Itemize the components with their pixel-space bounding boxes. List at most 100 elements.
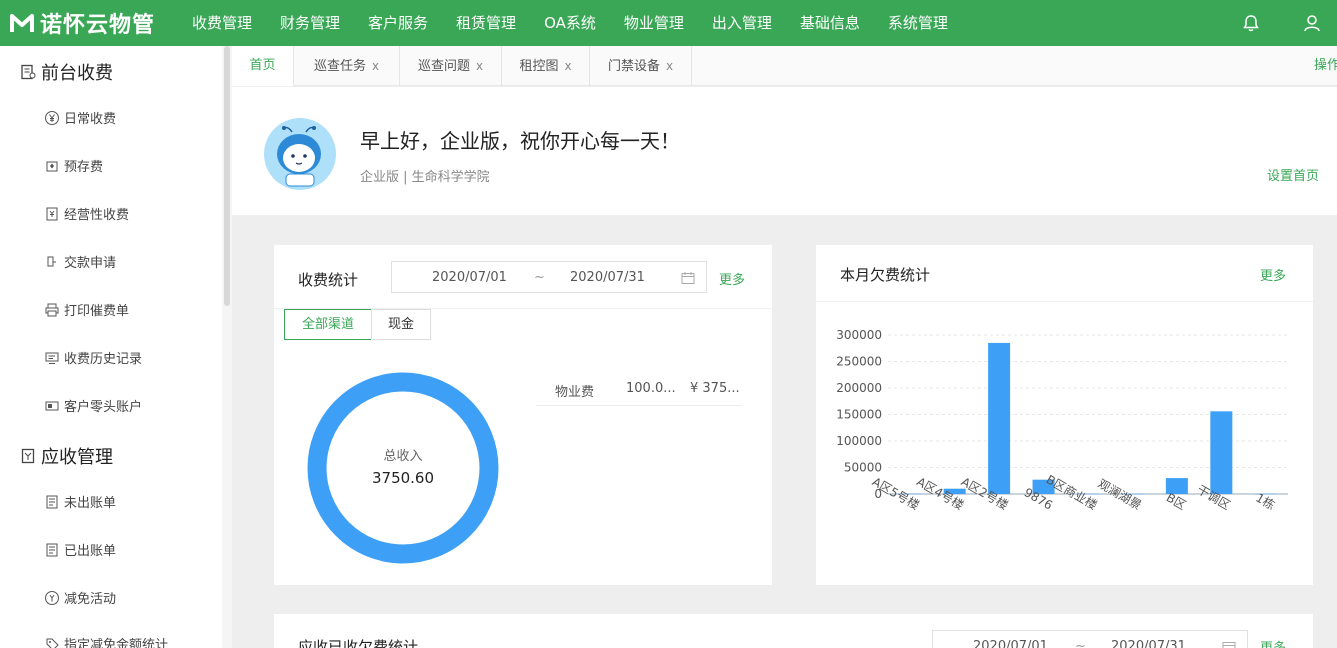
sidebar-scrollbar[interactable] xyxy=(222,46,232,648)
arrears-bar-chart: 050000100000150000200000250000300000A区5号… xyxy=(836,328,1288,513)
sidebar-item-label: 经营性收费 xyxy=(64,208,130,223)
channel-cash-button[interactable]: 现金 xyxy=(371,309,431,340)
income-donut-chart xyxy=(307,372,499,564)
calendar-icon[interactable] xyxy=(1222,640,1236,648)
tab-label: 门禁设备 xyxy=(607,59,660,74)
discount-icon xyxy=(45,590,59,605)
tab-bar: 首页 巡查任务 x 巡查问题 x 租控图 x 门禁设备 x xyxy=(232,46,1337,86)
sidebar-item-print-reminder[interactable]: 打印催费单 xyxy=(44,300,129,319)
nav-basic-info[interactable]: 基础信息 xyxy=(786,0,874,46)
monitor-icon xyxy=(45,352,59,364)
chart-bar[interactable] xyxy=(1210,411,1233,494)
sidebar-item-change-account[interactable]: 客户零头账户 xyxy=(44,396,142,415)
sidebar-item-label: 预存费 xyxy=(64,160,104,175)
donut-value: 3750.60 xyxy=(371,469,435,487)
tab-patrol-issue[interactable]: 巡查问题 x xyxy=(400,46,502,86)
app-logo[interactable]: 诺怀云物管 xyxy=(10,8,155,38)
close-icon[interactable]: x xyxy=(666,59,673,73)
tab-label: 首页 xyxy=(249,58,276,73)
close-icon[interactable]: x xyxy=(372,59,379,73)
sidebar-item-label: 收费历史记录 xyxy=(64,352,143,367)
tab-home[interactable]: 首页 xyxy=(232,46,294,86)
fee-legend-row: 物业费 100.0... ¥ 375... xyxy=(536,374,742,406)
wallet-icon xyxy=(46,161,58,171)
nav-access-management[interactable]: 出入管理 xyxy=(698,0,786,46)
printer-icon xyxy=(45,303,59,316)
logo-text: 诺怀云物管 xyxy=(40,13,156,38)
tab-label: 巡查任务 xyxy=(313,59,366,74)
sidebar-item-label: 客户零头账户 xyxy=(64,400,143,415)
scrollbar-thumb[interactable] xyxy=(224,46,230,306)
more-link[interactable]: 更多 xyxy=(1260,637,1286,648)
date-start: 2020/07/01 xyxy=(432,270,507,285)
nav-finance-management[interactable]: 财务管理 xyxy=(266,0,354,46)
set-home-link[interactable]: 设置首页 xyxy=(1267,165,1319,184)
tab-label: 巡查问题 xyxy=(417,59,470,74)
tab-label: 租控图 xyxy=(519,59,559,74)
legend-percent: 100.0... xyxy=(626,381,676,396)
avatar xyxy=(264,118,336,190)
date-end: 2020/07/31 xyxy=(1111,639,1186,648)
sidebar-group-receivables[interactable]: 应收管理 xyxy=(20,443,113,469)
tab-patrol-task[interactable]: 巡查任务 x xyxy=(294,46,400,86)
x-tick-label: 1栋 xyxy=(1253,490,1278,513)
greeting-text: 早上好，企业版，祝你开心每一天！ xyxy=(360,129,680,153)
tab-operations-button[interactable]: 操作 xyxy=(1314,46,1337,86)
welcome-panel: 早上好，企业版，祝你开心每一天！ 企业版 | 生命科学学院 设置首页 xyxy=(232,87,1337,215)
donut-ring xyxy=(307,372,499,564)
sidebar-item-label: 减免活动 xyxy=(64,592,117,607)
more-link[interactable]: 更多 xyxy=(719,269,745,288)
channel-all-button[interactable]: 全部渠道 xyxy=(284,309,372,340)
close-icon[interactable]: x xyxy=(564,59,571,73)
top-nav: 收费管理 财务管理 客户服务 租赁管理 OA系统 物业管理 出入管理 基础信息 … xyxy=(178,0,962,46)
receivable-arrears-card: 应收已收欠费统计 2020/07/01 ~ 2020/07/31 更多 xyxy=(274,614,1313,648)
date-end: 2020/07/31 xyxy=(570,270,645,285)
sidebar-group-front-desk[interactable]: 前台收费 xyxy=(20,59,113,85)
card-icon xyxy=(45,401,59,410)
y-tick-label: 250000 xyxy=(836,355,882,369)
calendar-icon[interactable] xyxy=(681,271,695,285)
card-title: 收费统计 xyxy=(298,271,359,289)
document-icon xyxy=(46,543,58,556)
sidebar-item-daily-charge[interactable]: 日常收费 xyxy=(44,108,116,127)
nav-property-management[interactable]: 物业管理 xyxy=(610,0,698,46)
sidebar-item-charge-history[interactable]: 收费历史记录 xyxy=(44,348,142,367)
sidebar-item-payment-request[interactable]: 交款申请 xyxy=(44,252,116,271)
tab-rent-control[interactable]: 租控图 x xyxy=(502,46,590,86)
sidebar-item-business-charge[interactable]: 经营性收费 xyxy=(44,204,129,223)
sidebar-group-label: 应收管理 xyxy=(41,447,113,468)
tab-access-device[interactable]: 门禁设备 x xyxy=(590,46,692,86)
y-tick-label: 100000 xyxy=(836,434,882,448)
nav-system-management[interactable]: 系统管理 xyxy=(874,0,962,46)
sidebar-group-label: 前台收费 xyxy=(41,63,113,84)
user-icon[interactable] xyxy=(1302,13,1322,33)
sidebar-item-label: 已出账单 xyxy=(64,544,117,559)
chart-bar[interactable] xyxy=(988,342,1011,494)
y-tick-label: 300000 xyxy=(836,328,882,342)
yen-circle-icon xyxy=(45,110,59,125)
logo-mark-icon xyxy=(10,14,34,32)
nav-oa-system[interactable]: OA系统 xyxy=(530,0,610,46)
y-tick-label: 50000 xyxy=(844,461,882,475)
fee-statistics-card: 收费统计 2020/07/01 ~ 2020/07/31 更多 全部渠道 现金 … xyxy=(274,245,772,585)
close-icon[interactable]: x xyxy=(476,59,483,73)
sidebar-item-issued-bills[interactable]: 已出账单 xyxy=(44,540,116,559)
nav-customer-service[interactable]: 客户服务 xyxy=(354,0,442,46)
date-separator: ~ xyxy=(534,270,545,285)
date-range-picker[interactable]: 2020/07/01 ~ 2020/07/31 xyxy=(391,261,707,293)
legend-amount: ¥ 375... xyxy=(690,381,740,396)
document-icon xyxy=(46,495,58,508)
nav-lease-management[interactable]: 租赁管理 xyxy=(442,0,530,46)
date-range-picker[interactable]: 2020/07/01 ~ 2020/07/31 xyxy=(932,630,1248,648)
arrears-statistics-card: 本月欠费统计 更多 0 50000 100000 150000 200000 250000… xyxy=(816,245,1313,585)
sidebar-item-prepaid[interactable]: 预存费 xyxy=(44,156,103,175)
sidebar-item-unissued-bills[interactable]: 未出账单 xyxy=(44,492,116,511)
nav-fee-management[interactable]: 收费管理 xyxy=(178,0,266,46)
legend-name: 物业费 xyxy=(555,385,595,400)
sidebar-item-discount-activity[interactable]: 减免活动 xyxy=(44,588,116,607)
sidebar-item-label: 打印催费单 xyxy=(64,304,130,319)
donut-label: 总收入 xyxy=(383,449,423,464)
bell-icon[interactable] xyxy=(1241,13,1261,33)
date-start: 2020/07/01 xyxy=(973,639,1048,648)
sidebar-item-discount-stats[interactable]: 指定减免金额统计 xyxy=(44,634,168,648)
